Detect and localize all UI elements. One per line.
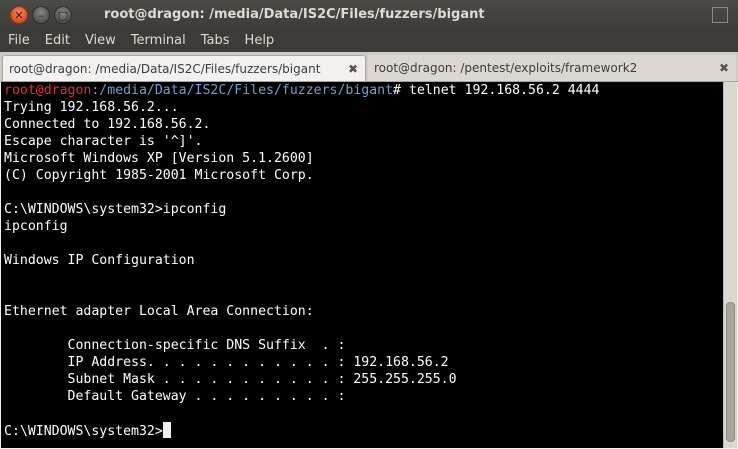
terminal-line: Connection-specific DNS Suffix . :: [4, 338, 346, 353]
terminal-output[interactable]: root@dragon:/media/Data/IS2C/Files/fuzze…: [1, 82, 723, 448]
terminal-line: Subnet Mask . . . . . . . . . . . : 255.…: [4, 372, 457, 387]
menu-file[interactable]: File: [0, 30, 37, 52]
prompt-path: :/media/Data/IS2C/Files/fuzzers/bigant: [91, 83, 394, 98]
close-icon: ✕: [14, 8, 24, 22]
window-title: root@dragon: /media/Data/IS2C/Files/fuzz…: [104, 7, 485, 22]
terminal-line: Escape character is '^]'.: [4, 134, 203, 149]
prompt-command: telnet 192.168.56.2 4444: [408, 83, 600, 98]
maximize-icon: □: [57, 8, 69, 22]
prompt-line: root@dragon:/media/Data/IS2C/Files/fuzze…: [1, 82, 723, 99]
title-bar[interactable]: ✕ – □ root@dragon: /media/Data/IS2C/File…: [0, 0, 738, 30]
terminal-line: IP Address. . . . . . . . . . . . : 192.…: [4, 355, 449, 370]
prompt-user: root@dragon: [4, 83, 92, 98]
terminal-line: C:\WINDOWS\system32>ipconfig: [4, 202, 227, 217]
window-controls: ✕ – □: [10, 0, 76, 30]
scrollbar[interactable]: [723, 82, 737, 448]
maximize-window-button[interactable]: □: [54, 6, 72, 24]
terminal-line: Ethernet adapter Local Area Connection:: [4, 304, 314, 319]
terminal-line: Default Gateway . . . . . . . . . :: [4, 389, 346, 404]
terminal-line: Trying 192.168.56.2...: [4, 100, 179, 115]
terminal-window: ✕ – □ root@dragon: /media/Data/IS2C/File…: [0, 0, 738, 449]
terminal-line: Microsoft Windows XP [Version 5.1.2600]: [4, 151, 314, 166]
current-prompt: C:\WINDOWS\system32>: [4, 424, 163, 439]
restore-icon[interactable]: [712, 7, 728, 23]
terminal-line: Windows IP Configuration: [4, 253, 195, 268]
menu-tabs[interactable]: Tabs: [193, 30, 237, 52]
prompt-symbol: #: [393, 83, 409, 98]
close-window-button[interactable]: ✕: [10, 6, 28, 24]
current-prompt-line[interactable]: C:\WINDOWS\system32>: [1, 422, 723, 439]
menu-bar: File Edit View Terminal Tabs Help: [0, 30, 738, 52]
tab-label: root@dragon: /media/Data/IS2C/Files/fuzz…: [9, 61, 321, 76]
menu-help[interactable]: Help: [237, 30, 282, 52]
tab-label: root@dragon: /pentest/exploits/framework…: [374, 61, 638, 75]
tab-close-icon[interactable]: ✖: [715, 61, 733, 75]
tab-close-icon[interactable]: ✖: [344, 62, 362, 76]
tab-framework2[interactable]: root@dragon: /pentest/exploits/framework…: [368, 55, 736, 81]
minimize-window-button[interactable]: –: [32, 6, 50, 24]
terminal-line: Connected to 192.168.56.2.: [4, 117, 211, 132]
tab-bigant[interactable]: root@dragon: /media/Data/IS2C/Files/fuzz…: [2, 55, 366, 81]
minimize-icon: –: [38, 8, 44, 22]
terminal-line: (C) Copyright 1985-2001 Microsoft Corp.: [4, 168, 314, 183]
menu-view[interactable]: View: [77, 30, 123, 52]
text-cursor: [162, 422, 171, 438]
menu-edit[interactable]: Edit: [37, 30, 77, 52]
tab-bar: root@dragon: /media/Data/IS2C/Files/fuzz…: [0, 52, 738, 82]
scrollbar-thumb[interactable]: [726, 302, 735, 442]
menu-terminal[interactable]: Terminal: [123, 30, 193, 52]
terminal-line: ipconfig: [4, 219, 68, 234]
